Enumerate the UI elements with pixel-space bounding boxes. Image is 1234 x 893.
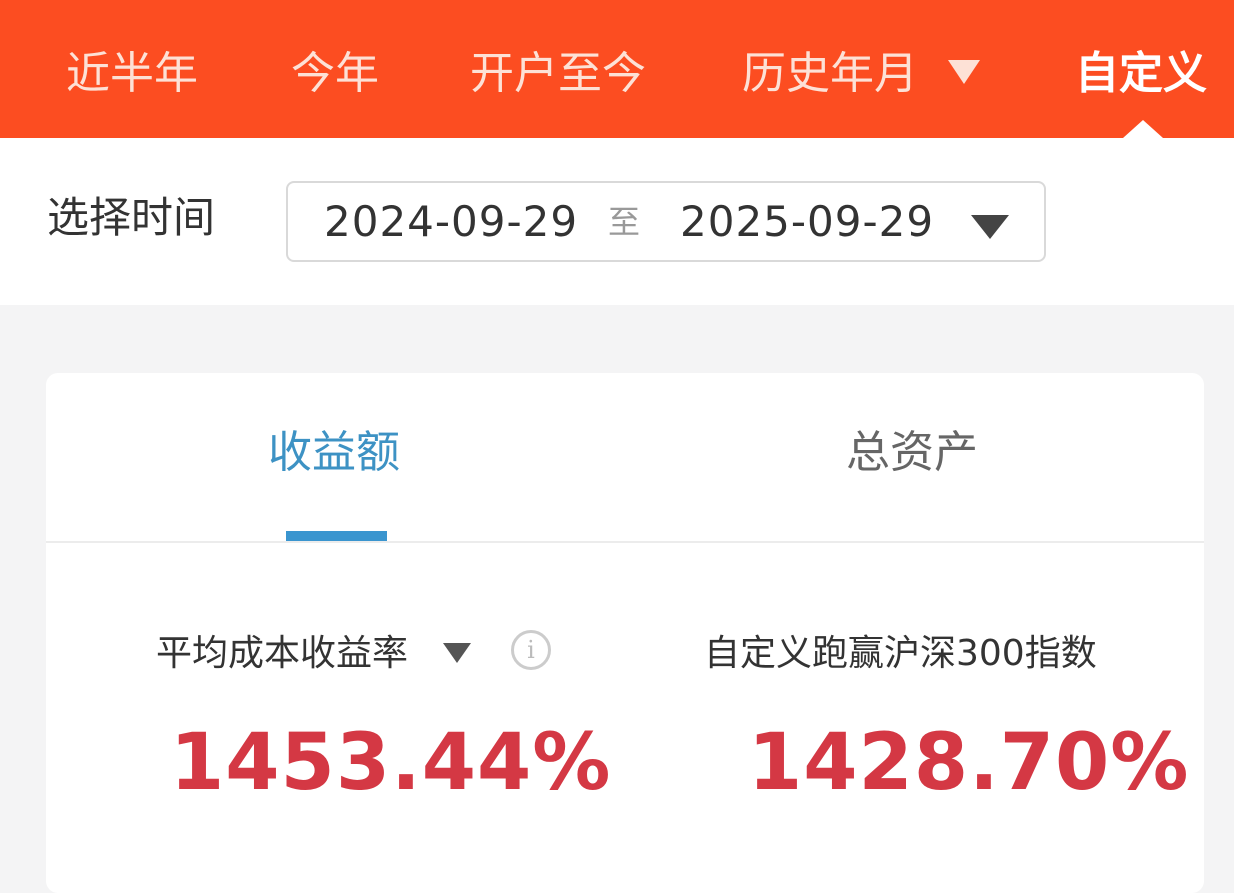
tab-this-year[interactable]: 今年 xyxy=(291,44,379,104)
date-range-row: 选择时间 2024-09-29 至 2025-09-29 xyxy=(0,138,1234,305)
active-tab-indicator xyxy=(1123,120,1163,138)
date-separator: 至 xyxy=(608,203,641,241)
caret-down-icon[interactable] xyxy=(443,643,471,663)
date-range-picker[interactable]: 2024-09-29 至 2025-09-29 xyxy=(286,181,1046,262)
average-cost-return-label[interactable]: 平均成本收益率 xyxy=(156,629,408,679)
info-circle-icon[interactable]: i xyxy=(511,630,551,670)
outperform-csi300-label: 自定义跑赢沪深300指数 xyxy=(704,633,1097,674)
tab-recent-half-year[interactable]: 近半年 xyxy=(66,44,198,104)
tab-total-assets[interactable]: 总资产 xyxy=(846,423,978,483)
tab-profit-amount[interactable]: 收益额 xyxy=(268,423,400,483)
profit-summary-card: 收益额 总资产 平均成本收益率 i 自定义跑赢沪深300指数 1453.44% … xyxy=(46,373,1204,893)
tab-historical-month[interactable]: 历史年月 xyxy=(742,44,918,104)
time-range-tab-bar: 近半年 今年 开户至今 历史年月 自定义 xyxy=(0,0,1234,138)
start-date[interactable]: 2024-09-29 xyxy=(324,193,578,251)
end-date[interactable]: 2025-09-29 xyxy=(680,193,934,251)
tab-custom[interactable]: 自定义 xyxy=(1075,44,1207,104)
active-tab-underline xyxy=(286,531,387,541)
date-range-label: 选择时间 xyxy=(47,193,216,242)
outperform-csi300-value: 1428.70% xyxy=(748,718,1190,808)
caret-down-icon[interactable] xyxy=(948,60,980,84)
average-cost-return-value: 1453.44% xyxy=(170,718,612,808)
card-tab-bar: 收益额 总资产 xyxy=(46,373,1204,543)
tab-since-account-opening[interactable]: 开户至今 xyxy=(470,44,646,104)
caret-down-icon[interactable] xyxy=(971,215,1009,239)
